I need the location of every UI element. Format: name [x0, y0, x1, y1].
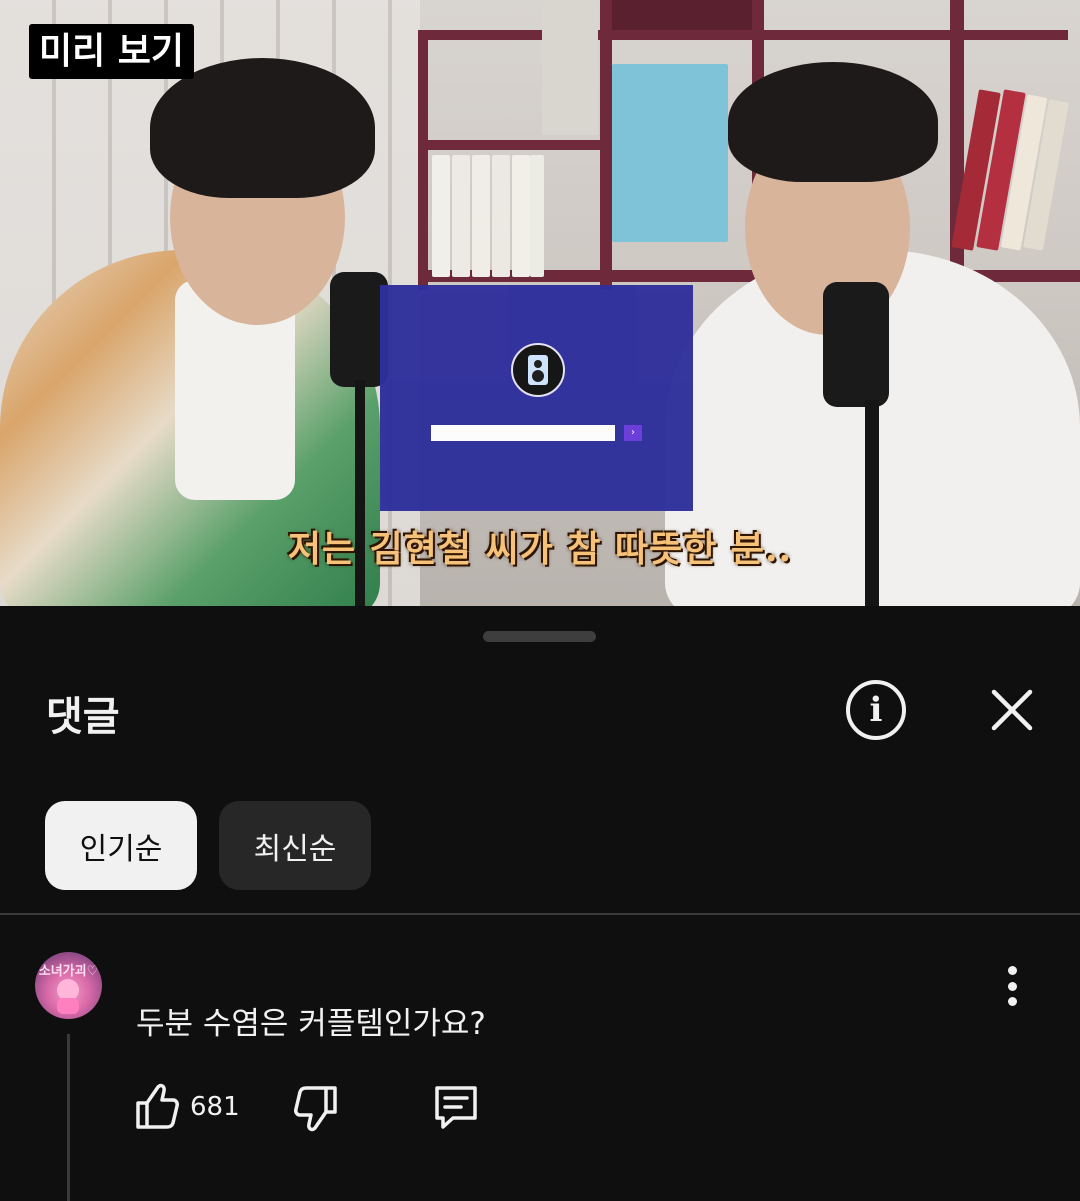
book	[512, 155, 530, 277]
thumbs-up-icon[interactable]	[134, 1081, 180, 1131]
book	[530, 155, 544, 277]
microphone	[823, 282, 889, 407]
mic-stand	[355, 380, 365, 606]
like-count: 681	[190, 1092, 240, 1122]
video-preview[interactable]: › 미리 보기 저는 김현철 씨가 참 따뜻한 분..	[0, 0, 1080, 606]
book	[612, 64, 728, 242]
shelf	[600, 0, 612, 290]
drag-handle[interactable]	[483, 631, 596, 642]
thread-line	[67, 1034, 70, 1201]
avatar-figure-icon	[57, 979, 79, 1014]
speaker-icon	[511, 343, 565, 397]
shelf	[418, 30, 1068, 40]
reply-comment-icon[interactable]	[431, 1082, 481, 1132]
sort-chip-popular[interactable]: 인기순	[45, 801, 197, 890]
overlay-input	[431, 425, 615, 441]
shelf	[612, 0, 752, 30]
person-right-hair	[728, 62, 938, 182]
close-icon[interactable]	[988, 686, 1036, 734]
sort-chip-newest[interactable]: 최신순	[219, 801, 371, 890]
more-options-icon[interactable]	[998, 966, 1026, 1006]
book	[542, 0, 598, 135]
comment-text: 두분 수염은 커플템인가요?	[136, 1006, 486, 1042]
book	[492, 155, 510, 277]
video-overlay-panel: ›	[380, 285, 693, 511]
divider	[0, 913, 1080, 915]
person-left-hair	[150, 58, 375, 198]
shelf	[418, 140, 618, 150]
overlay-go-button: ›	[624, 425, 642, 441]
sheet-title: 댓글	[46, 694, 120, 740]
info-icon[interactable]: i	[846, 680, 906, 740]
book	[432, 155, 450, 277]
thumbs-down-icon[interactable]	[293, 1084, 339, 1134]
book	[452, 155, 470, 277]
shelf	[418, 30, 428, 290]
book	[472, 155, 490, 277]
preview-badge: 미리 보기	[29, 24, 195, 79]
app-root: › 미리 보기 저는 김현철 씨가 참 따뜻한 분.. 댓글 i 인기순 최신순…	[0, 0, 1080, 1201]
comments-sheet: 댓글 i 인기순 최신순 소녀가괴♡ 두분 수염은 커플템인가요? 681	[0, 606, 1080, 1201]
video-subtitle: 저는 김현철 씨가 참 따뜻한 분..	[287, 528, 793, 570]
mic-stand	[865, 400, 879, 606]
avatar[interactable]: 소녀가괴♡	[35, 952, 102, 1019]
